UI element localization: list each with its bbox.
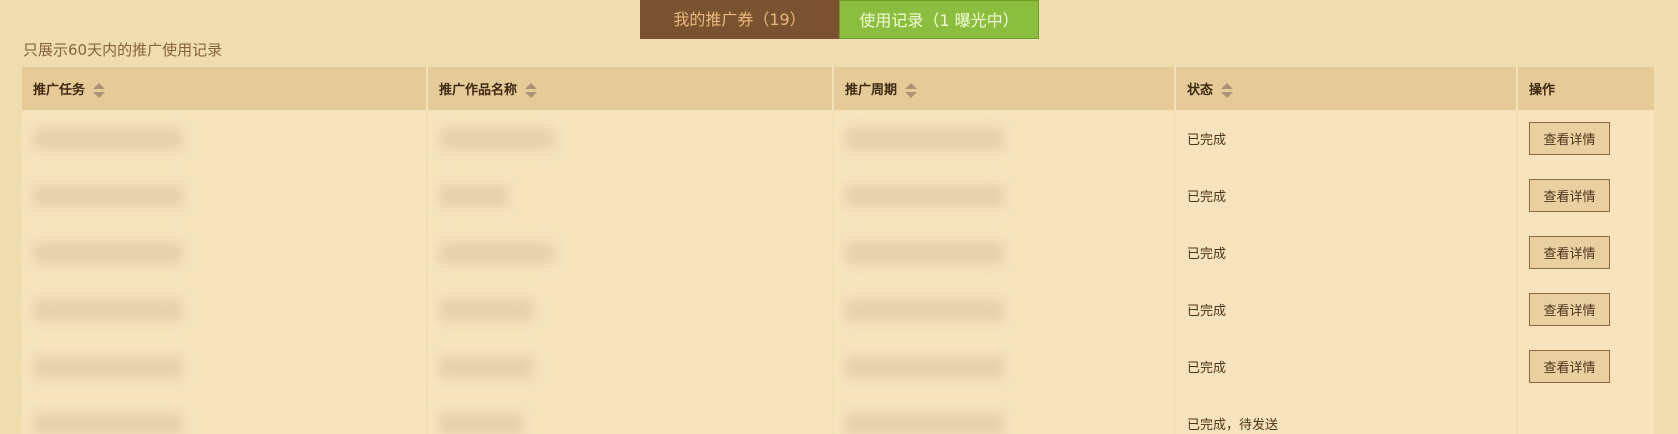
cell-task bbox=[22, 338, 428, 395]
cell-period bbox=[833, 281, 1176, 338]
redacted-text bbox=[439, 127, 554, 150]
table-row: 已完成 查看详情 bbox=[22, 338, 1654, 395]
column-header-status[interactable]: 状态 bbox=[1175, 67, 1518, 110]
sort-icon[interactable] bbox=[1221, 83, 1234, 98]
cell-status: 已完成，待发送 bbox=[1175, 395, 1518, 434]
redacted-text bbox=[845, 298, 1005, 321]
cell-task bbox=[22, 395, 428, 434]
tab-bar: 我的推广券（19） 使用记录（1 曝光中） bbox=[640, 0, 1039, 39]
cell-period bbox=[833, 224, 1176, 281]
table-row: 已完成 查看详情 bbox=[22, 167, 1654, 224]
sort-icon[interactable] bbox=[93, 83, 106, 98]
cell-task bbox=[22, 281, 428, 338]
cell-period bbox=[833, 110, 1176, 167]
column-header-action: 操作 bbox=[1517, 67, 1654, 110]
cell-task bbox=[22, 110, 428, 167]
redacted-text bbox=[33, 412, 183, 434]
redacted-text bbox=[845, 127, 1005, 150]
records-table-container: 推广任务 推广作品名称 推广周期 状态 操作 已完成 查看详情 已完成 查看详情… bbox=[22, 67, 1654, 434]
redacted-text bbox=[845, 412, 1005, 434]
table-row: 已完成，待发送 bbox=[22, 395, 1654, 434]
cell-work-name bbox=[427, 281, 834, 338]
redacted-text bbox=[33, 298, 183, 321]
sort-icon[interactable] bbox=[905, 83, 918, 98]
column-header-work-name[interactable]: 推广作品名称 bbox=[427, 67, 834, 110]
cell-period bbox=[833, 167, 1176, 224]
redacted-text bbox=[439, 355, 534, 378]
records-table: 推广任务 推广作品名称 推广周期 状态 操作 已完成 查看详情 已完成 查看详情… bbox=[22, 67, 1654, 434]
cell-work-name bbox=[427, 110, 834, 167]
tab-my-coupons[interactable]: 我的推广券（19） bbox=[640, 0, 839, 39]
retention-notice: 只展示60天内的推广使用记录 bbox=[23, 41, 223, 59]
redacted-text bbox=[845, 184, 1005, 207]
redacted-text bbox=[33, 184, 183, 207]
cell-status: 已完成 bbox=[1175, 167, 1518, 224]
view-details-button[interactable]: 查看详情 bbox=[1529, 350, 1610, 383]
redacted-text bbox=[845, 241, 1005, 264]
cell-task bbox=[22, 224, 428, 281]
table-row: 已完成 查看详情 bbox=[22, 110, 1654, 167]
cell-status: 已完成 bbox=[1175, 224, 1518, 281]
column-header-label: 状态 bbox=[1187, 83, 1214, 98]
cell-status: 已完成 bbox=[1175, 281, 1518, 338]
cell-work-name bbox=[427, 167, 834, 224]
column-header-label: 操作 bbox=[1529, 83, 1556, 98]
view-details-button[interactable]: 查看详情 bbox=[1529, 179, 1610, 212]
cell-action: 查看详情 bbox=[1517, 167, 1654, 224]
view-details-button[interactable]: 查看详情 bbox=[1529, 293, 1610, 326]
tab-usage-records[interactable]: 使用记录（1 曝光中） bbox=[839, 0, 1039, 39]
cell-work-name bbox=[427, 338, 834, 395]
column-header-task[interactable]: 推广任务 bbox=[22, 67, 428, 110]
cell-action: 查看详情 bbox=[1517, 338, 1654, 395]
column-header-label: 推广任务 bbox=[33, 83, 86, 98]
column-header-label: 推广作品名称 bbox=[439, 83, 518, 98]
redacted-text bbox=[439, 184, 509, 207]
redacted-text bbox=[33, 241, 183, 264]
column-header-period[interactable]: 推广周期 bbox=[833, 67, 1176, 110]
table-row: 已完成 查看详情 bbox=[22, 224, 1654, 281]
cell-work-name bbox=[427, 224, 834, 281]
redacted-text bbox=[439, 412, 524, 434]
cell-action bbox=[1517, 395, 1654, 434]
redacted-text bbox=[33, 355, 183, 378]
cell-action: 查看详情 bbox=[1517, 110, 1654, 167]
cell-period bbox=[833, 395, 1176, 434]
table-row: 已完成 查看详情 bbox=[22, 281, 1654, 338]
redacted-text bbox=[439, 241, 554, 264]
redacted-text bbox=[439, 298, 534, 321]
cell-action: 查看详情 bbox=[1517, 281, 1654, 338]
cell-status: 已完成 bbox=[1175, 110, 1518, 167]
sort-icon[interactable] bbox=[525, 83, 538, 98]
redacted-text bbox=[33, 127, 183, 150]
cell-work-name bbox=[427, 395, 834, 434]
column-header-label: 推广周期 bbox=[845, 83, 898, 98]
cell-action: 查看详情 bbox=[1517, 224, 1654, 281]
cell-period bbox=[833, 338, 1176, 395]
cell-task bbox=[22, 167, 428, 224]
redacted-text bbox=[845, 355, 1005, 378]
table-header-row: 推广任务 推广作品名称 推广周期 状态 操作 bbox=[22, 67, 1654, 110]
view-details-button[interactable]: 查看详情 bbox=[1529, 122, 1610, 155]
cell-status: 已完成 bbox=[1175, 338, 1518, 395]
view-details-button[interactable]: 查看详情 bbox=[1529, 236, 1610, 269]
